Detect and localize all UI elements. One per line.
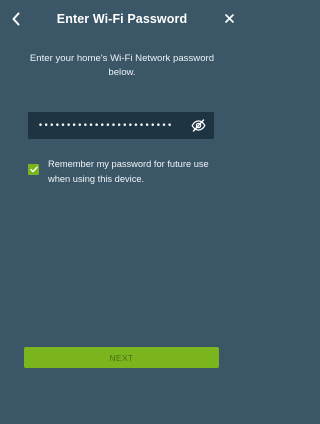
wifi-password-screen: Enter Wi-Fi Password Enter your home's W… [0, 0, 244, 424]
remember-password-label: Remember my password for future use when… [48, 159, 209, 184]
password-input[interactable]: •••••••••••••••••••••••• [28, 112, 214, 139]
close-button[interactable] [222, 11, 236, 25]
password-value: •••••••••••••••••••••••• [38, 120, 173, 131]
header: Enter Wi-Fi Password [0, 0, 244, 38]
next-button[interactable]: NEXT [24, 347, 219, 368]
instructions-text: Enter your home's Wi-Fi Network password… [29, 53, 215, 78]
toggle-password-visibility-button[interactable] [190, 118, 206, 133]
remember-password-checkbox[interactable] [28, 164, 39, 175]
page-title: Enter Wi-Fi Password [56, 12, 188, 26]
close-icon [224, 13, 234, 23]
remember-password-row: Remember my password for future use when… [28, 157, 218, 187]
checkmark-icon [29, 166, 38, 173]
eye-slash-icon [190, 119, 206, 132]
